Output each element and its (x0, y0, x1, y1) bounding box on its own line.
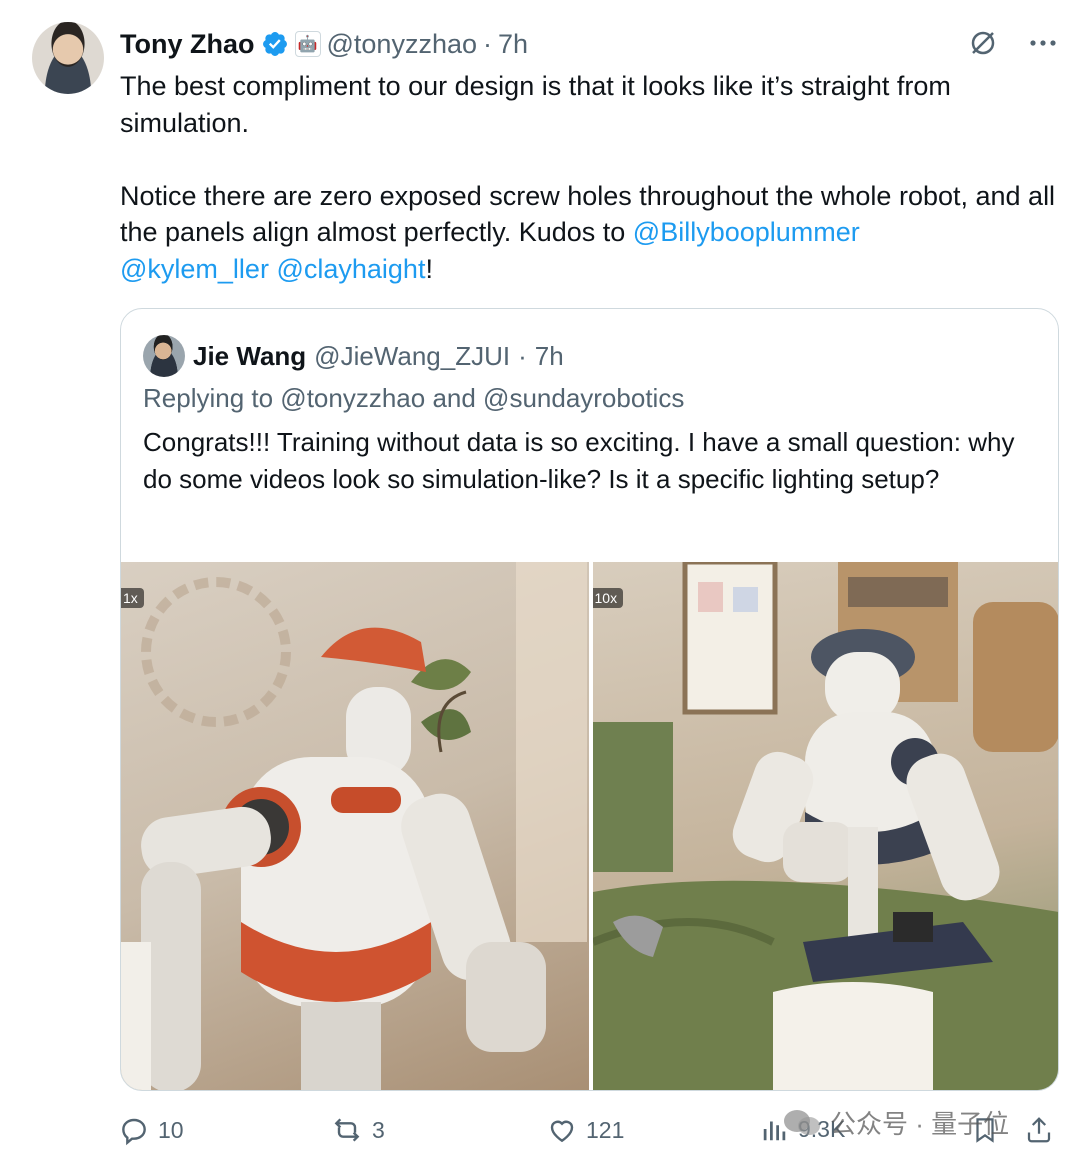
heart-icon (550, 1120, 574, 1143)
author-avatar[interactable] (32, 22, 104, 94)
reply-count: 10 (158, 1116, 184, 1143)
tweet-header: Tony Zhao 🤖 @tonyzzhao · 7h (120, 26, 528, 62)
more-options-icon[interactable] (1026, 26, 1060, 60)
author-name[interactable]: Tony Zhao (120, 29, 255, 60)
quote-text: Congrats!!! Training without data is so … (143, 427, 1022, 494)
quote-author-handle[interactable]: @JieWang_ZJUI (314, 341, 510, 372)
quote-time[interactable]: 7h (535, 341, 564, 372)
watermark-text: 公众号 · 量子位 (830, 1109, 1010, 1139)
tweet-body-end: ! (425, 253, 433, 284)
repost-count: 3 (372, 1116, 385, 1143)
mention-clayhaight[interactable]: @clayhaight (276, 254, 425, 284)
quoted-tweet[interactable]: Jie Wang @JieWang_ZJUI · 7h Replying to … (120, 308, 1059, 1091)
playback-speed-badge[interactable]: 1x (121, 588, 144, 608)
tweet-body: The best compliment to our design is tha… (120, 71, 1056, 247)
playback-speed-badge[interactable]: 10x (592, 588, 624, 608)
affiliation-badge[interactable]: 🤖 (294, 31, 321, 57)
mention-billybooplummer[interactable]: @Billybooplummer (633, 217, 860, 247)
quote-header: Jie Wang @JieWang_ZJUI · 7h (143, 335, 564, 377)
quote-separator: · (518, 340, 527, 371)
cap-robot-illustration (592, 562, 1058, 1090)
orange-robot-illustration (121, 562, 587, 1090)
repost-button[interactable]: 3 (330, 1114, 385, 1146)
tweet-text: The best compliment to our design is tha… (120, 68, 1065, 287)
share-button[interactable] (1024, 1114, 1054, 1146)
share-icon (1027, 1117, 1051, 1143)
wechat-watermark: 公众号 · 量子位 (782, 1104, 1009, 1141)
replying-to: Replying to @tonyzzhao and @sundayroboti… (143, 383, 685, 413)
video-thumbnail-orange-robot[interactable]: 1x (121, 562, 589, 1090)
header-actions (966, 26, 1060, 60)
wechat-icon (784, 1109, 820, 1135)
author-handle[interactable]: @tonyzzhao (327, 29, 478, 60)
header-separator: · (483, 28, 492, 59)
mention-kylem-ller[interactable]: @kylem_ller (120, 254, 269, 284)
like-button[interactable]: 121 (546, 1114, 624, 1146)
verified-badge-icon (262, 32, 287, 56)
grok-icon[interactable] (966, 26, 1000, 60)
video-thumbnail-cap-robot[interactable]: 10x (592, 562, 1058, 1090)
tweet-time[interactable]: 7h (498, 29, 528, 60)
like-count: 121 (586, 1116, 625, 1143)
reply-button[interactable]: 10 (118, 1114, 184, 1146)
reply-icon (122, 1118, 146, 1146)
repost-icon (334, 1118, 360, 1142)
quote-author-avatar[interactable] (143, 335, 185, 377)
quote-media: 1x 10x (121, 562, 1058, 1090)
quote-author-name[interactable]: Jie Wang (193, 341, 306, 372)
